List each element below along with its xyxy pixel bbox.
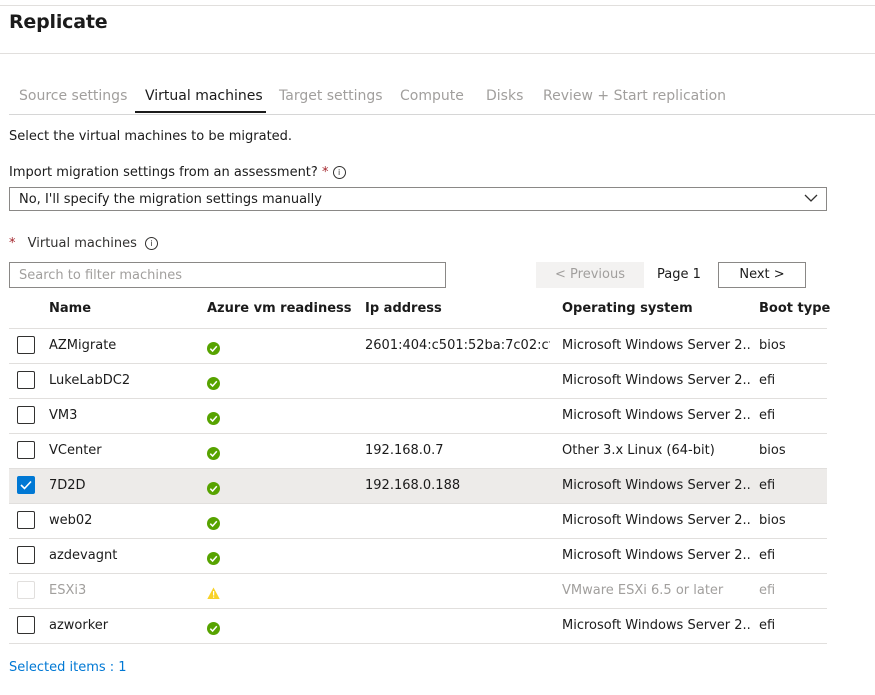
operating-system: Microsoft Windows Server 2... — [562, 373, 750, 388]
page-title: Replicate — [9, 11, 108, 33]
boot-type: bios — [759, 338, 786, 353]
boot-type: efi — [759, 618, 776, 633]
wizard-tabs: Source settings Virtual machines Target … — [9, 84, 875, 115]
ip-address: 192.168.0.7 — [365, 443, 444, 458]
table-header: Name Azure vm readiness Ip address Opera… — [9, 293, 830, 329]
info-icon[interactable]: i — [145, 237, 159, 250]
vm-table: Name Azure vm readiness Ip address Opera… — [9, 293, 830, 644]
table-row[interactable]: VM3 Microsoft Windows Server 2... efi — [9, 399, 827, 434]
table-row[interactable]: azdevagnt Microsoft Windows Server 2... ef… — [9, 539, 827, 574]
search-input[interactable] — [9, 262, 446, 288]
selected-items-link[interactable]: Selected items : 1 — [9, 660, 127, 675]
row-checkbox — [17, 581, 35, 599]
info-icon[interactable]: i — [332, 166, 346, 179]
operating-system: Microsoft Windows Server 2... — [562, 618, 750, 633]
column-header-boot-type[interactable]: Boot type — [759, 301, 830, 316]
ready-icon — [207, 550, 220, 565]
previous-button[interactable]: < Previous — [536, 262, 644, 288]
ready-icon — [207, 620, 220, 635]
table-body: AZMigrate 2601:404:c501:52ba:7c02:cf... Mi… — [9, 329, 827, 644]
table-row[interactable]: web02 Microsoft Windows Server 2... bios — [9, 504, 827, 539]
row-checkbox[interactable] — [17, 476, 35, 494]
boot-type: bios — [759, 513, 786, 528]
boot-type: efi — [759, 478, 776, 493]
virtual-machines-label-text: Virtual machines — [27, 236, 137, 251]
title-separator — [0, 53, 875, 54]
warning-icon — [207, 585, 220, 599]
ip-address: 192.168.0.188 — [365, 478, 461, 493]
checkmark-icon — [20, 480, 32, 490]
table-row[interactable]: VCenter 192.168.0.7 Other 3.x Linux (64-bi… — [9, 434, 827, 469]
column-header-readiness[interactable]: Azure vm readiness — [207, 301, 352, 316]
operating-system: Microsoft Windows Server 2... — [562, 548, 750, 563]
ip-address: 2601:404:c501:52ba:7c02:cf... — [365, 338, 550, 353]
boot-type: efi — [759, 548, 776, 563]
tab-review-start-replication[interactable]: Review + Start replication — [543, 88, 726, 104]
required-asterisk: * — [9, 236, 16, 251]
operating-system: VMware ESXi 6.5 or later — [562, 583, 724, 598]
vm-name: VM3 — [49, 408, 78, 423]
import-settings-dropdown[interactable]: No, I'll specify the migration settings … — [9, 187, 827, 211]
boot-type: bios — [759, 443, 786, 458]
virtual-machines-label: * Virtual machines i — [9, 236, 159, 251]
table-row[interactable]: AZMigrate 2601:404:c501:52ba:7c02:cf... Mi… — [9, 329, 827, 364]
import-settings-label: Import migration settings from an assess… — [9, 165, 346, 180]
row-checkbox[interactable] — [17, 616, 35, 634]
required-asterisk: * — [321, 165, 329, 180]
tab-disks[interactable]: Disks — [486, 88, 523, 104]
row-checkbox[interactable] — [17, 371, 35, 389]
operating-system: Microsoft Windows Server 2... — [562, 408, 750, 423]
table-row[interactable]: LukeLabDC2 Microsoft Windows Server 2... e… — [9, 364, 827, 399]
dropdown-selected-value: No, I'll specify the migration settings … — [19, 192, 322, 207]
vm-name: LukeLabDC2 — [49, 373, 131, 388]
next-button[interactable]: Next > — [718, 262, 806, 288]
intro-text: Select the virtual machines to be migrat… — [9, 129, 293, 144]
page-indicator: Page 1 — [657, 267, 701, 282]
ready-icon — [207, 375, 220, 390]
table-row[interactable]: 7D2D 192.168.0.188 Microsoft Windows Serve… — [9, 469, 827, 504]
tab-target-settings[interactable]: Target settings — [279, 88, 383, 104]
active-tab-indicator — [135, 111, 266, 113]
vm-name: 7D2D — [49, 478, 86, 493]
boot-type: efi — [759, 583, 776, 598]
operating-system: Other 3.x Linux (64-bit) — [562, 443, 715, 458]
column-header-name[interactable]: Name — [49, 301, 91, 316]
ready-icon — [207, 480, 220, 495]
vm-name: ESXi3 — [49, 583, 87, 598]
vm-name: web02 — [49, 513, 93, 528]
top-border — [0, 5, 875, 6]
column-header-ip[interactable]: Ip address — [365, 301, 442, 316]
table-row[interactable]: azworker Microsoft Windows Server 2... efi — [9, 609, 827, 644]
vm-name: VCenter — [49, 443, 102, 458]
operating-system: Microsoft Windows Server 2... — [562, 338, 750, 353]
ready-icon — [207, 515, 220, 530]
table-row: ESXi3 VMware ESXi 6.5 or later efi — [9, 574, 827, 609]
vm-name: azdevagnt — [49, 548, 118, 563]
import-settings-label-text: Import migration settings from an assess… — [9, 165, 318, 180]
row-checkbox[interactable] — [17, 336, 35, 354]
boot-type: efi — [759, 373, 776, 388]
tab-virtual-machines[interactable]: Virtual machines — [145, 88, 263, 104]
row-checkbox[interactable] — [17, 406, 35, 424]
ready-icon — [207, 410, 220, 425]
row-checkbox[interactable] — [17, 546, 35, 564]
tab-source-settings[interactable]: Source settings — [19, 88, 127, 104]
vm-name: AZMigrate — [49, 338, 117, 353]
ready-icon — [207, 445, 220, 460]
operating-system: Microsoft Windows Server 2... — [562, 513, 750, 528]
chevron-down-icon — [804, 194, 818, 202]
ready-icon — [207, 340, 220, 355]
tab-compute[interactable]: Compute — [400, 88, 464, 104]
row-checkbox[interactable] — [17, 441, 35, 459]
operating-system: Microsoft Windows Server 2... — [562, 478, 750, 493]
boot-type: efi — [759, 408, 776, 423]
column-header-os[interactable]: Operating system — [562, 301, 693, 316]
vm-name: azworker — [49, 618, 109, 633]
row-checkbox[interactable] — [17, 511, 35, 529]
